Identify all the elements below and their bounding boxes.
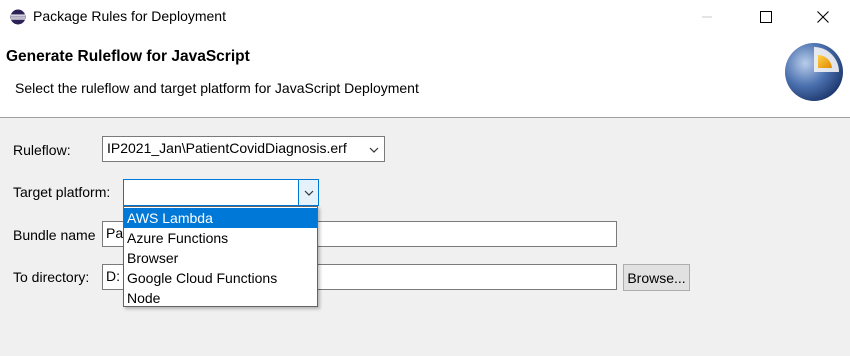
to-directory-value: D: xyxy=(106,268,120,284)
dropdown-option-browser[interactable]: Browser xyxy=(124,248,317,268)
maximize-icon xyxy=(760,10,772,23)
dropdown-option-azure-functions[interactable]: Azure Functions xyxy=(124,228,317,248)
dropdown-option-aws-lambda[interactable]: AWS Lambda xyxy=(124,208,317,228)
bundle-name-label: Bundle name xyxy=(13,227,96,243)
window-title: Package Rules for Deployment xyxy=(33,8,226,24)
wizard-banner-logo xyxy=(785,43,843,101)
target-platform-select[interactable] xyxy=(123,179,319,206)
target-platform-label: Target platform: xyxy=(13,184,111,200)
minimize-icon xyxy=(702,16,712,17)
bundle-name-value: Pa xyxy=(106,225,124,241)
browse-button[interactable]: Browse... xyxy=(623,264,690,291)
close-icon xyxy=(817,10,829,23)
page-title: Generate Ruleflow for JavaScript xyxy=(6,48,250,65)
page-description: Select the ruleflow and target platform … xyxy=(15,80,419,96)
title-bar: Package Rules for Deployment xyxy=(0,0,850,33)
dropdown-option-google-cloud-functions[interactable]: Google Cloud Functions xyxy=(124,268,317,288)
dropdown-option-node[interactable]: Node xyxy=(124,288,317,308)
target-platform-dropdown-button[interactable] xyxy=(298,180,318,205)
chevron-down-icon xyxy=(304,190,313,196)
eclipse-icon xyxy=(10,9,26,25)
ruleflow-select[interactable]: IP2021_Jan\PatientCovidDiagnosis.erf xyxy=(102,136,385,162)
to-directory-label: To directory: xyxy=(13,269,90,285)
chevron-down-icon xyxy=(369,147,379,153)
minimize-button[interactable] xyxy=(684,0,730,33)
target-platform-dropdown-list: AWS Lambda Azure Functions Browser Googl… xyxy=(123,206,318,307)
maximize-button[interactable] xyxy=(743,0,789,33)
wizard-header: Generate Ruleflow for JavaScript Select … xyxy=(0,33,850,117)
ruleflow-label: Ruleflow: xyxy=(13,142,71,158)
ruleflow-value: IP2021_Jan\PatientCovidDiagnosis.erf xyxy=(107,140,347,156)
close-button[interactable] xyxy=(800,0,846,33)
header-separator xyxy=(0,117,850,118)
